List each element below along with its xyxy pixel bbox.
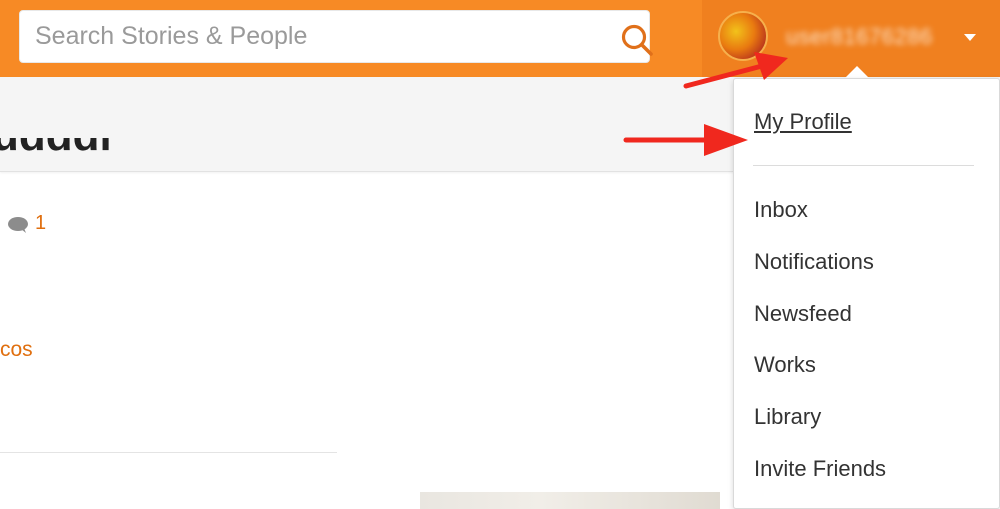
user-dropdown-menu: My Profile Inbox Notifications Newsfeed … (733, 78, 1000, 509)
annotation-arrow-to-username (683, 52, 788, 89)
menu-item-invite-friends[interactable]: Invite Friends (754, 456, 886, 482)
menu-item-notifications[interactable]: Notifications (754, 249, 874, 275)
comment-icon (8, 217, 28, 233)
menu-item-newsfeed[interactable]: Newsfeed (754, 301, 852, 327)
username[interactable]: user81676286 (786, 24, 933, 50)
story-image (420, 492, 720, 509)
search-input[interactable] (20, 11, 590, 62)
content-divider (0, 452, 337, 453)
comment-count[interactable]: 1 (35, 212, 46, 235)
annotation-arrow-to-my-profile (623, 124, 748, 156)
menu-item-library[interactable]: Library (754, 404, 821, 430)
search-box[interactable] (19, 10, 653, 63)
story-title: udddi (0, 138, 112, 178)
search-icon[interactable] (620, 23, 654, 57)
caret-down-icon[interactable] (964, 34, 976, 41)
menu-item-my-profile[interactable]: My Profile (754, 109, 852, 135)
menu-item-works[interactable]: Works (754, 352, 816, 378)
menu-divider (753, 165, 974, 166)
story-link[interactable]: cos (0, 338, 33, 362)
menu-item-inbox[interactable]: Inbox (754, 197, 808, 223)
